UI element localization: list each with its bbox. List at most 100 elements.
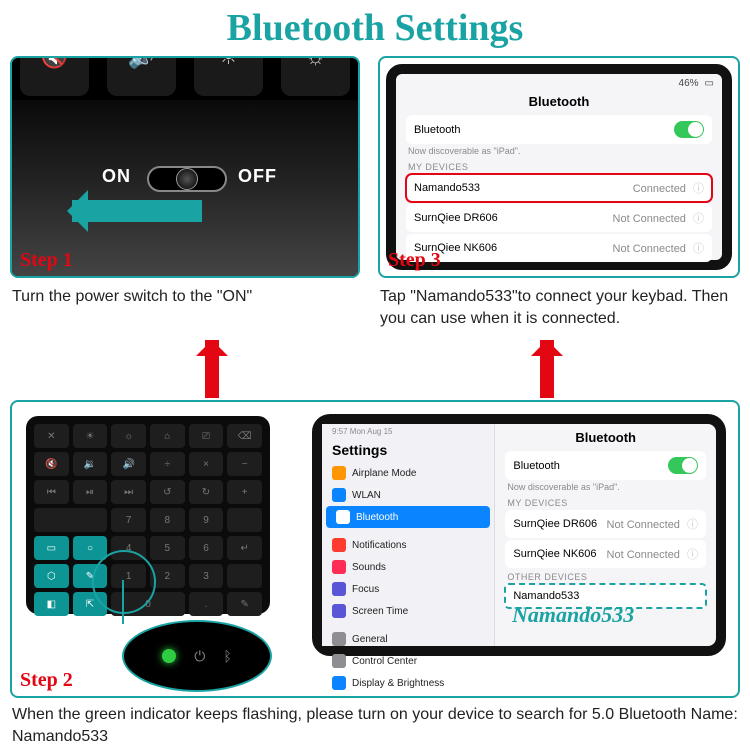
- my-devices-label: MY DEVICES: [507, 498, 704, 508]
- sidebar-item-wlan[interactable]: WLAN: [322, 484, 494, 506]
- sidebar-item-notifications[interactable]: Notifications: [322, 534, 494, 556]
- key: ⏭: [111, 480, 146, 504]
- bluetooth-header: Bluetooth: [406, 94, 712, 109]
- battery-icon: ▭: [705, 78, 714, 89]
- keyboard-top-keys: 🔇 🔊 ☀ ☼: [12, 56, 358, 96]
- key-brightness-up-icon: ☼: [281, 56, 350, 96]
- moon-icon: [332, 582, 346, 596]
- status-bar: 46% ▭: [396, 74, 722, 92]
- device-status: Not Connected: [613, 243, 686, 255]
- key-mute-icon: 🔇: [20, 56, 89, 96]
- ipad-screen: 46% ▭ Bluetooth Bluetooth Now discoverab…: [386, 64, 732, 270]
- key: 7: [111, 508, 146, 532]
- device-name: Namando533: [414, 182, 480, 194]
- key: ⏮: [34, 480, 69, 504]
- arrow-up-icon: [540, 340, 554, 398]
- key-volume-icon: 🔊: [107, 56, 176, 96]
- status-time: 9:57 Mon Aug 15: [322, 424, 494, 436]
- speaker-icon: [332, 560, 346, 574]
- info-icon[interactable]: ⓘ: [690, 213, 704, 225]
- led-zoom: ⏻ ᛒ: [122, 620, 272, 692]
- key: 🔉: [73, 452, 108, 476]
- key: [227, 508, 262, 532]
- panel-step-2: ✕☀☼⌂⎚⌫ 🔇🔉🔊÷×− ⏮⏯⏭↺↻+ 789 ▭○456↵ ⬡✎123 ◧⇱…: [10, 400, 740, 698]
- key: 6: [189, 536, 224, 560]
- sidebar-item-airplane[interactable]: Airplane Mode: [322, 462, 494, 484]
- key: ☼: [111, 424, 146, 448]
- switch-on-label: ON: [102, 166, 131, 187]
- key: 5: [150, 536, 185, 560]
- other-devices-label: OTHER DEVICES: [507, 572, 704, 582]
- info-icon[interactable]: ⓘ: [684, 549, 698, 561]
- bluetooth-toggle-row[interactable]: Bluetooth: [505, 451, 706, 480]
- sidebar-title: Settings: [322, 436, 494, 462]
- key: ⏯: [73, 480, 108, 504]
- panel-step-3: 46% ▭ Bluetooth Bluetooth Now discoverab…: [378, 56, 740, 278]
- panel-step-1: 🔇 🔊 ☀ ☼ ON OFF Step 1: [10, 56, 360, 278]
- key: ↻: [189, 480, 224, 504]
- info-icon[interactable]: ⓘ: [690, 183, 704, 195]
- key: ◧: [34, 592, 69, 616]
- device-status: Not Connected: [613, 213, 686, 225]
- key: ⬡: [34, 564, 69, 588]
- bluetooth-icon: ᛒ: [223, 648, 231, 664]
- device-row[interactable]: SurnQiee DR606 Not Connected ⓘ: [406, 204, 712, 232]
- bluetooth-icon: [336, 510, 350, 524]
- power-switch[interactable]: [147, 166, 227, 192]
- key: +: [227, 480, 262, 504]
- sidebar-item-screentime[interactable]: Screen Time: [322, 600, 494, 622]
- key: ⌫: [227, 424, 262, 448]
- discoverable-text: Now discoverable as "iPad".: [507, 482, 704, 492]
- sidebar-item-sounds[interactable]: Sounds: [322, 556, 494, 578]
- sidebar-item-bluetooth[interactable]: Bluetooth: [326, 506, 490, 528]
- info-icon[interactable]: ⓘ: [690, 243, 704, 255]
- key: ○: [73, 536, 108, 560]
- settings-sidebar: 9:57 Mon Aug 15 Settings Airplane Mode W…: [322, 424, 495, 646]
- toggle-on-icon[interactable]: [674, 121, 704, 138]
- airplane-icon: [332, 466, 346, 480]
- bluetooth-toggle-row[interactable]: Bluetooth: [406, 115, 712, 144]
- device-row[interactable]: Namando533 Connected ⓘ: [406, 174, 712, 202]
- step-3-label: Step 3: [388, 249, 441, 272]
- info-icon[interactable]: ⓘ: [684, 519, 698, 531]
- step-1-label: Step 1: [20, 249, 73, 272]
- toggle-on-icon[interactable]: [668, 457, 698, 474]
- key: ☀: [73, 424, 108, 448]
- key: ×: [189, 452, 224, 476]
- key: [227, 564, 262, 588]
- sliders-icon: [332, 654, 346, 668]
- sun-icon: [332, 676, 346, 690]
- key: ↵: [227, 536, 262, 560]
- battery-percent: 46%: [679, 78, 699, 89]
- key: ⌂: [150, 424, 185, 448]
- sidebar-item-focus[interactable]: Focus: [322, 578, 494, 600]
- sidebar-item-display[interactable]: Display & Brightness: [322, 672, 494, 694]
- step-2-label: Step 2: [20, 669, 73, 692]
- hourglass-icon: [332, 604, 346, 618]
- switch-off-label: OFF: [238, 166, 277, 187]
- zoom-indicator-line: [122, 580, 124, 624]
- key: 🔇: [34, 452, 69, 476]
- device-name: SurnQiee DR606: [414, 212, 498, 224]
- power-icon: ⏻: [194, 648, 205, 665]
- switch-knob-icon: [176, 168, 198, 190]
- device-status: Connected: [633, 183, 686, 195]
- device-row[interactable]: SurnQiee DR606 Not Connected ⓘ: [505, 510, 706, 538]
- arrow-left-icon: [72, 200, 202, 222]
- step-3-caption: Tap "Namando533"to connect your keybad. …: [380, 286, 740, 329]
- key: 9: [189, 508, 224, 532]
- sidebar-item-general[interactable]: General: [322, 628, 494, 650]
- key: .: [189, 592, 224, 616]
- step-1-caption: Turn the power switch to the "ON": [12, 286, 362, 308]
- key: 🔊: [111, 452, 146, 476]
- sidebar-item-controlcenter[interactable]: Control Center: [322, 650, 494, 672]
- bell-icon: [332, 538, 346, 552]
- row-label: Bluetooth: [414, 124, 460, 136]
- arrow-up-icon: [205, 340, 219, 398]
- key-brightness-down-icon: ☀: [194, 56, 263, 96]
- sidebar-item-homescreen[interactable]: Home Screen & Dock: [322, 694, 494, 698]
- wifi-icon: [332, 488, 346, 502]
- device-row[interactable]: SurnQiee NK606 Not Connected ⓘ: [505, 540, 706, 568]
- key-display: [34, 508, 107, 532]
- device-row[interactable]: SurnQiee NK606 Not Connected ⓘ: [406, 234, 712, 262]
